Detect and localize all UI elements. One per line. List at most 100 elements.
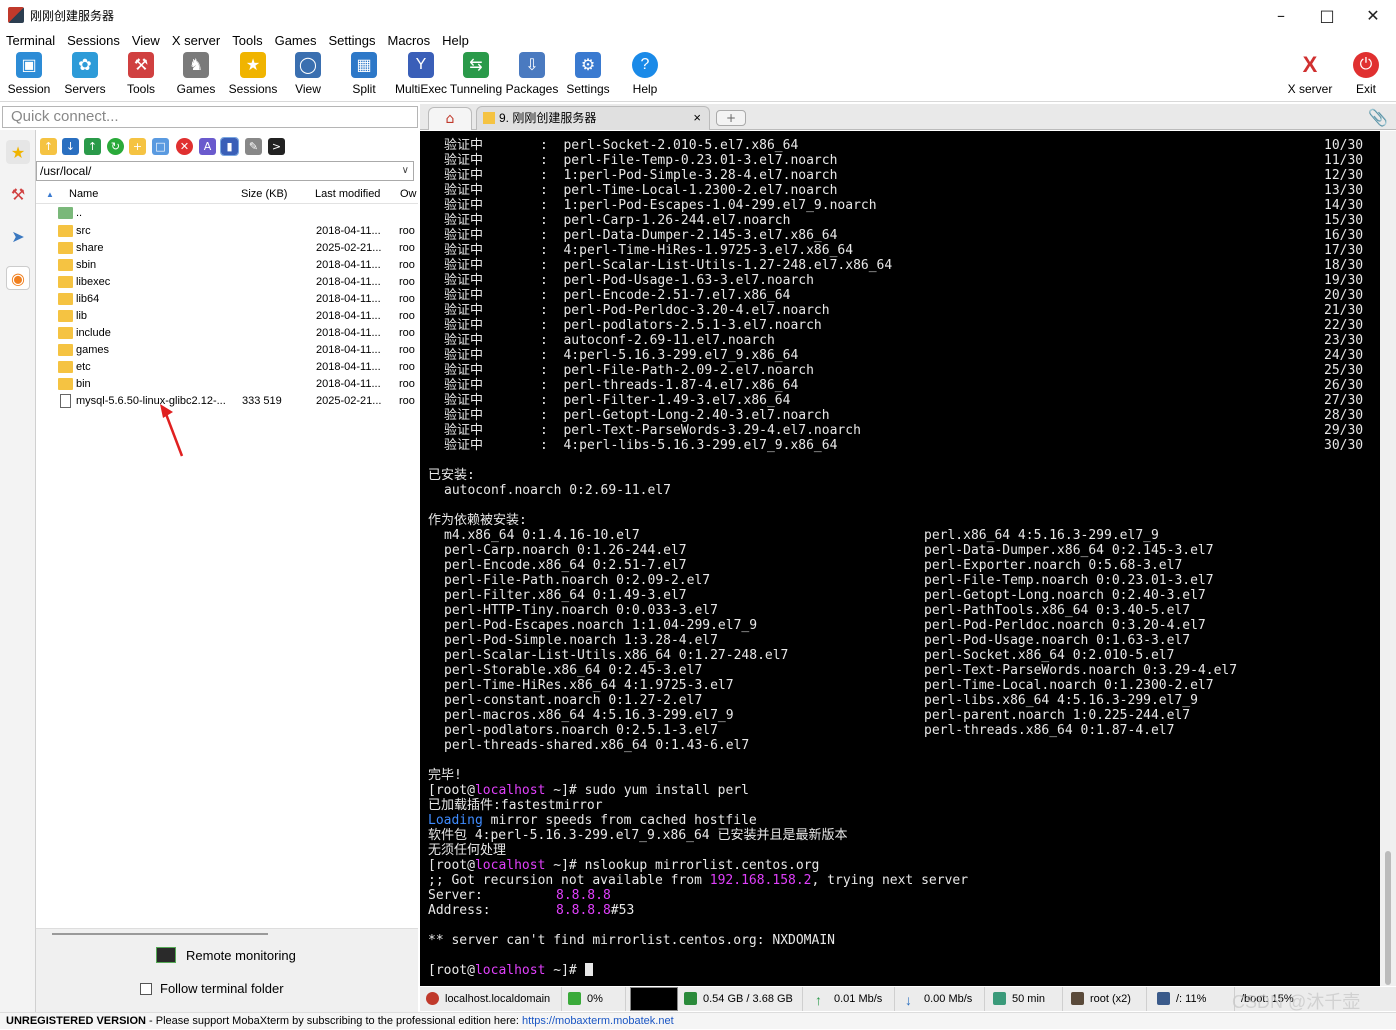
column-name[interactable]: Name <box>69 188 98 200</box>
rename-icon[interactable]: A <box>199 138 216 155</box>
chevron-down-icon[interactable]: ∨ <box>402 162 409 180</box>
toolbar-split-button[interactable]: ▦ Split <box>336 52 392 96</box>
toolbar-session-button[interactable]: ▣ Session <box>1 52 57 96</box>
parent-folder-icon[interactable]: ↑ <box>40 138 57 155</box>
tab-session-9[interactable]: 9. 刚刚创建服务器 × <box>476 106 710 130</box>
download-arrow-icon: ↓ <box>905 992 912 1008</box>
new-folder-icon[interactable]: + <box>129 138 146 155</box>
menu-games[interactable]: Games <box>269 33 323 48</box>
menu-x-server[interactable]: X server <box>166 33 226 48</box>
dependency-item: perl-Pod-Usage.noarch 0:1.63-3.el7 <box>924 633 1191 648</box>
file-table-header: ▲ Name Size (KB) Last modified Ow <box>36 186 418 204</box>
sftp-sidebar-icon[interactable]: ◉ <box>6 266 30 290</box>
new-tab-button[interactable]: + <box>716 110 746 126</box>
file-row[interactable]: share 2025-02-21... roo <box>36 240 418 257</box>
output-line: Address: <box>428 903 491 918</box>
close-tab-icon[interactable]: × <box>693 107 701 129</box>
verify-count: 29/30 <box>1324 423 1364 438</box>
terminal-output[interactable]: 验证中: perl-Socket-2.010-5.el7.x86_64 10/30… <box>420 131 1380 986</box>
session-tab-strip: ⌂ 9. 刚刚创建服务器 × + 📎 <box>420 104 1396 130</box>
terminal-scrollbar[interactable] <box>1380 131 1396 986</box>
toolbar-sessions-button[interactable]: ★ Sessions <box>225 52 281 96</box>
verify-count: 30/30 <box>1324 438 1364 453</box>
x-server-icon: X <box>1297 52 1323 78</box>
footer-bar: UNREGISTERED VERSION - Please support Mo… <box>0 1012 1396 1029</box>
column-owner[interactable]: Ow <box>400 188 417 200</box>
menu-tools[interactable]: Tools <box>226 33 268 48</box>
column-modified[interactable]: Last modified <box>315 188 380 200</box>
remote-monitoring-button[interactable]: Remote monitoring <box>156 947 296 963</box>
open-with-icon[interactable]: ✎ <box>245 138 262 155</box>
menu-macros[interactable]: Macros <box>381 33 436 48</box>
tools-sidebar-icon[interactable]: ⚒ <box>6 182 30 206</box>
minimize-button[interactable]: – <box>1258 0 1304 30</box>
file-row[interactable]: libexec 2018-04-11... roo <box>36 274 418 291</box>
file-row[interactable]: lib 2018-04-11... roo <box>36 308 418 325</box>
verify-package: : perl-Pod-Perldoc-3.20-4.el7.noarch <box>540 303 830 318</box>
dependency-item: perl-File-Path.noarch 0:2.09-2.el7 <box>444 573 711 588</box>
delete-icon[interactable]: ✕ <box>176 138 193 155</box>
follow-terminal-folder-checkbox[interactable]: Follow terminal folder <box>140 981 284 996</box>
new-file-icon[interactable]: □ <box>152 138 169 155</box>
macros-sidebar-icon[interactable]: ➤ <box>6 224 30 248</box>
menu-view[interactable]: View <box>126 33 166 48</box>
close-window-button[interactable]: ✕ <box>1350 0 1396 30</box>
verify-count: 27/30 <box>1324 393 1364 408</box>
column-size[interactable]: Size (KB) <box>241 188 287 200</box>
quick-connect-input[interactable]: Quick connect... <box>2 106 418 128</box>
output-line: 已加载插件:fastestmirror <box>428 798 603 813</box>
toolbar-games-button[interactable]: ♞ Games <box>168 52 224 96</box>
menu-settings[interactable]: Settings <box>323 33 382 48</box>
verify-label: 验证中 <box>444 213 484 228</box>
path-input[interactable]: /usr/local/∨ <box>36 161 414 181</box>
maximize-button[interactable]: □ <box>1304 0 1350 30</box>
menu-help[interactable]: Help <box>436 33 475 48</box>
file-row[interactable]: lib64 2018-04-11... roo <box>36 291 418 308</box>
clock-icon <box>993 992 1006 1005</box>
verify-count: 24/30 <box>1324 348 1364 363</box>
verify-package: : 4:perl-5.16.3-299.el7_9.x86_64 <box>540 348 799 363</box>
toolbar-tunneling-button[interactable]: ⇆ Tunneling <box>448 52 504 96</box>
home-tab[interactable]: ⌂ <box>428 107 472 130</box>
file-row[interactable]: src 2018-04-11... roo <box>36 223 418 240</box>
current-prompt: [root@localhost ~]# <box>428 963 593 978</box>
toolbar-exit-button[interactable]: ⏻ Exit <box>1338 52 1394 96</box>
verify-label: 验证中 <box>444 363 484 378</box>
toolbar-settings-button[interactable]: ⚙ Settings <box>560 52 616 96</box>
done-line: 完毕! <box>428 768 462 783</box>
panel-splitter[interactable] <box>52 933 268 935</box>
verify-count: 25/30 <box>1324 363 1364 378</box>
checkbox[interactable] <box>140 983 152 995</box>
verify-count: 13/30 <box>1324 183 1364 198</box>
toolbar-servers-button[interactable]: ✿ Servers <box>57 52 113 96</box>
terminal-icon[interactable]: > <box>268 138 285 155</box>
file-row[interactable]: sbin 2018-04-11... roo <box>36 257 418 274</box>
folder-icon <box>58 293 73 305</box>
output-line: Server: <box>428 888 483 903</box>
file-row[interactable]: bin 2018-04-11... roo <box>36 376 418 393</box>
dependency-item: perl-Socket.x86_64 0:2.010-5.el7 <box>924 648 1175 663</box>
permissions-icon[interactable]: ▮ <box>220 137 239 156</box>
file-row[interactable]: include 2018-04-11... roo <box>36 325 418 342</box>
scrollbar-thumb[interactable] <box>1385 851 1391 985</box>
upload-icon[interactable]: ↑ <box>84 138 101 155</box>
toolbar-xserver-button[interactable]: XX server <box>1282 52 1338 96</box>
watermark: CSDN @沐千壶 <box>1232 992 1361 1012</box>
toolbar-view-button[interactable]: ◯ View <box>280 52 336 96</box>
file-row[interactable]: games 2018-04-11... roo <box>36 342 418 359</box>
favorites-star-icon[interactable]: ★ <box>6 140 30 164</box>
file-row[interactable]: .. <box>36 205 418 222</box>
verify-count: 15/30 <box>1324 213 1364 228</box>
download-icon[interactable]: ↓ <box>62 138 79 155</box>
file-row[interactable]: etc 2018-04-11... roo <box>36 359 418 376</box>
menu-sessions[interactable]: Sessions <box>61 33 126 48</box>
mobaxterm-link[interactable]: https://mobaxterm.mobatek.net <box>522 1015 674 1027</box>
file-row[interactable]: mysql-5.6.50-linux-glibc2.12-... 333 519 2… <box>36 393 418 410</box>
refresh-icon[interactable]: ↻ <box>107 138 124 155</box>
toolbar-packages-button[interactable]: ⇩ Packages <box>504 52 560 96</box>
toolbar-help-button[interactable]: ? Help <box>617 52 673 96</box>
menu-terminal[interactable]: Terminal <box>0 33 61 48</box>
attach-icon[interactable]: 📎 <box>1368 108 1388 127</box>
toolbar-multiexec-button[interactable]: Y MultiExec <box>393 52 449 96</box>
toolbar-tools-button[interactable]: ⚒ Tools <box>113 52 169 96</box>
